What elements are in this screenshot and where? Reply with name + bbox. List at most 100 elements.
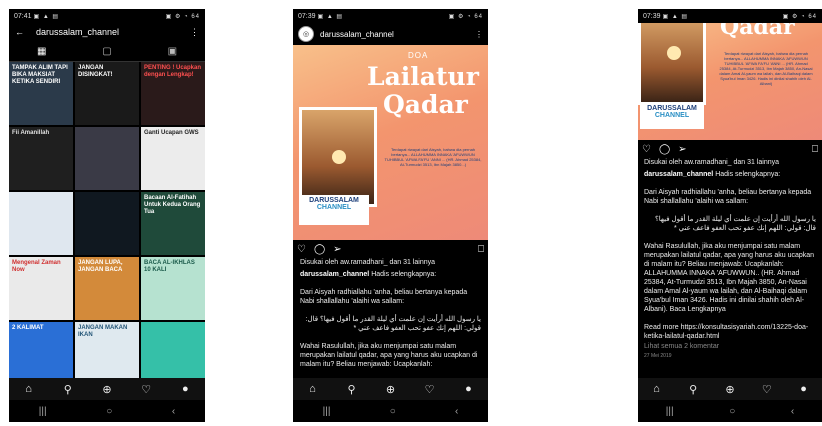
heart-icon[interactable]: ♡	[136, 383, 156, 396]
post-date: 27 Mei 2019	[644, 353, 672, 359]
grid-post-tile[interactable]: Fii Amanillah	[9, 127, 73, 190]
liked-by-text[interactable]: Disukai oleh aw.ramadhani_ dan 31 lainny…	[644, 158, 816, 167]
profile-header: ← darussalam_channel ⋮	[9, 23, 205, 41]
bottom-nav: ⌂ ⚲ ⊕ ♡ ●	[293, 378, 488, 400]
home-button[interactable]: ○	[729, 406, 735, 417]
system-nav-bar: ||| ○ ‹	[9, 400, 205, 422]
status-bar: 07:41 ▣ ▲ ▤ ▣ ⚙ ◔ 64	[9, 9, 205, 23]
recent-apps-button[interactable]: |||	[666, 406, 674, 417]
tagged-tab-icon[interactable]: ▣	[168, 46, 177, 57]
grid-tab-icon[interactable]: ▦	[37, 46, 46, 57]
profile-username: darussalam_channel	[36, 27, 120, 37]
menu-icon[interactable]: ⋮	[190, 27, 199, 38]
home-button[interactable]: ○	[106, 406, 112, 417]
comment-icon[interactable]: ◯	[659, 144, 670, 155]
grid-post-tile[interactable]	[75, 127, 139, 190]
phone-post-screen: 07:39 ▣ ▲ ▤ ▣ ⚙ ◔ 64 ◎ darussalam_channe…	[293, 9, 488, 422]
brand-card: DARUSSALAM CHANNEL	[640, 103, 704, 129]
caption-paragraph-1: Dari Aisyah radhiallahu 'anha, beliau be…	[644, 189, 812, 205]
bookmark-icon[interactable]: ⎕	[478, 244, 484, 255]
profile-icon[interactable]: ●	[459, 383, 479, 395]
bottom-nav: ⌂ ⚲ ⊕ ♡ ●	[638, 378, 822, 400]
add-post-icon[interactable]: ⊕	[720, 383, 740, 396]
search-icon[interactable]: ⚲	[342, 383, 362, 396]
grid-post-tile[interactable]: JANGAN LUPA, JANGAN BACA	[75, 257, 139, 320]
title-line-2: Qadar	[383, 90, 468, 119]
post-image[interactable]: Qadar DARUSSALAM CHANNEL Terdapat riwaya…	[638, 23, 822, 140]
share-icon[interactable]: ➢	[678, 144, 686, 155]
avatar[interactable]: ◎	[298, 26, 314, 42]
status-bar: 07:39 ▣ ▲ ▤ ▣ ⚙ ◔ 64	[293, 9, 488, 23]
share-icon[interactable]: ➢	[333, 244, 341, 255]
grid-post-tile[interactable]	[9, 192, 73, 255]
caption: Disukai oleh aw.ramadhani_ dan 31 lainny…	[638, 158, 822, 361]
home-button[interactable]: ○	[390, 406, 396, 417]
brand-card: DARUSSALAM CHANNEL	[299, 195, 369, 225]
liked-by-text[interactable]: Disukai oleh aw.ramadhani_ dan 31 lainny…	[300, 258, 481, 267]
profile-icon[interactable]: ●	[794, 383, 814, 395]
status-right-icons: ▣ ⚙ ◔ 64	[782, 13, 817, 20]
sunset-photo	[638, 23, 706, 105]
grid-post-tile[interactable]: Mengenal Zaman Now	[9, 257, 73, 320]
back-button[interactable]: ‹	[172, 406, 175, 417]
grid-post-tile[interactable]: JANGAN DISINGKAT!	[75, 62, 139, 125]
grid-post-tile[interactable]: Ganti Ucapan GWS	[141, 127, 205, 190]
home-icon[interactable]: ⌂	[19, 383, 39, 395]
home-icon[interactable]: ⌂	[646, 383, 666, 395]
igtv-tab-icon[interactable]: ▢	[102, 46, 111, 57]
read-more-link[interactable]: Read more https://konsultasisyariah.com/…	[644, 323, 816, 341]
grid-post-tile[interactable]: TAMPAK ALIM TAPI BIKA MAKSIAT KETIKA SEN…	[9, 62, 73, 125]
view-comments-link[interactable]: Lihat semua 2 komentar	[644, 342, 816, 351]
title-line-2: Qadar	[720, 23, 795, 40]
caption-paragraph-2: Wahai Rasulullah, jika aku menjumpai sat…	[644, 243, 815, 313]
brand-line-2: CHANNEL	[316, 204, 352, 211]
search-icon[interactable]: ⚲	[58, 383, 78, 396]
grid-post-tile[interactable]: 2 KALIMAT	[9, 322, 73, 385]
add-post-icon[interactable]: ⊕	[381, 383, 401, 396]
bookmark-icon[interactable]: ⎕	[812, 144, 818, 155]
status-right-icons: ▣ ⚙ ◔ 64	[448, 13, 483, 20]
post-actions: ♡ ◯ ➢ ⎕	[293, 240, 488, 258]
status-left-icons: ▣ ▲ ▤	[662, 13, 689, 20]
recent-apps-button[interactable]: |||	[39, 406, 47, 417]
heart-icon[interactable]: ♡	[757, 383, 777, 396]
grid-post-tile[interactable]: Bacaan Al-Fatihah Untuk Kedua Orang Tua	[141, 192, 205, 255]
status-left-icons: ▣ ▲ ▤	[33, 13, 60, 20]
caption-username[interactable]: darussalam_channel	[300, 271, 369, 278]
caption-username[interactable]: darussalam_channel	[644, 171, 713, 178]
comment-icon[interactable]: ◯	[314, 244, 325, 255]
title-line-1: Lailatur	[367, 62, 479, 91]
phone-post-scrolled-screen: 07:39 ▣ ▲ ▤ ▣ ⚙ ◔ 64 Qadar DARUSSALAM CH…	[638, 9, 822, 422]
brand-line-1: DARUSSALAM	[647, 105, 697, 112]
grid-post-tile[interactable]: BACA AL-IKHLAS 10 KALI	[141, 257, 205, 320]
caption-arabic: يا رسول الله أرأيت إن علمت أي ليلة القدر…	[305, 316, 481, 332]
grid-post-tile[interactable]	[141, 322, 205, 385]
post-menu-icon[interactable]: ⋮	[475, 30, 483, 39]
profile-icon[interactable]: ●	[175, 383, 195, 395]
search-icon[interactable]: ⚲	[683, 383, 703, 396]
sunset-photo	[299, 107, 377, 207]
brand-line-2: CHANNEL	[654, 112, 690, 119]
back-button[interactable]: ‹	[455, 406, 458, 417]
post-header: ◎ darussalam_channel ⋮	[293, 23, 488, 45]
status-right-icons: ▣ ⚙ ◔ 64	[165, 13, 200, 20]
recent-apps-button[interactable]: |||	[323, 406, 331, 417]
caption-title: Hadis selengkapnya:	[371, 271, 437, 278]
post-username[interactable]: darussalam_channel	[320, 30, 475, 39]
status-time: 07:41	[14, 12, 32, 20]
status-time: 07:39	[298, 12, 316, 20]
back-button[interactable]: ‹	[791, 406, 794, 417]
grid-post-tile[interactable]: JANGAN MAKAN IKAN	[75, 322, 139, 385]
add-post-icon[interactable]: ⊕	[97, 383, 117, 396]
post-image[interactable]: DARUSSALAM CHANNEL DOA Lailatur Qadar Te…	[293, 45, 488, 240]
back-arrow-icon[interactable]: ←	[15, 27, 24, 37]
status-left-icons: ▣ ▲ ▤	[317, 13, 344, 20]
grid-post-tile[interactable]: PENTING ! Ucapkan dengan Lengkap!	[141, 62, 205, 125]
like-heart-icon[interactable]: ♡	[297, 244, 306, 255]
like-heart-icon[interactable]: ♡	[642, 144, 651, 155]
home-icon[interactable]: ⌂	[303, 383, 323, 395]
brand-line-1: DARUSSALAM	[309, 197, 359, 204]
heart-icon[interactable]: ♡	[420, 383, 440, 396]
post-grid: TAMPAK ALIM TAPI BIKA MAKSIAT KETIKA SEN…	[9, 62, 205, 385]
grid-post-tile[interactable]	[75, 192, 139, 255]
